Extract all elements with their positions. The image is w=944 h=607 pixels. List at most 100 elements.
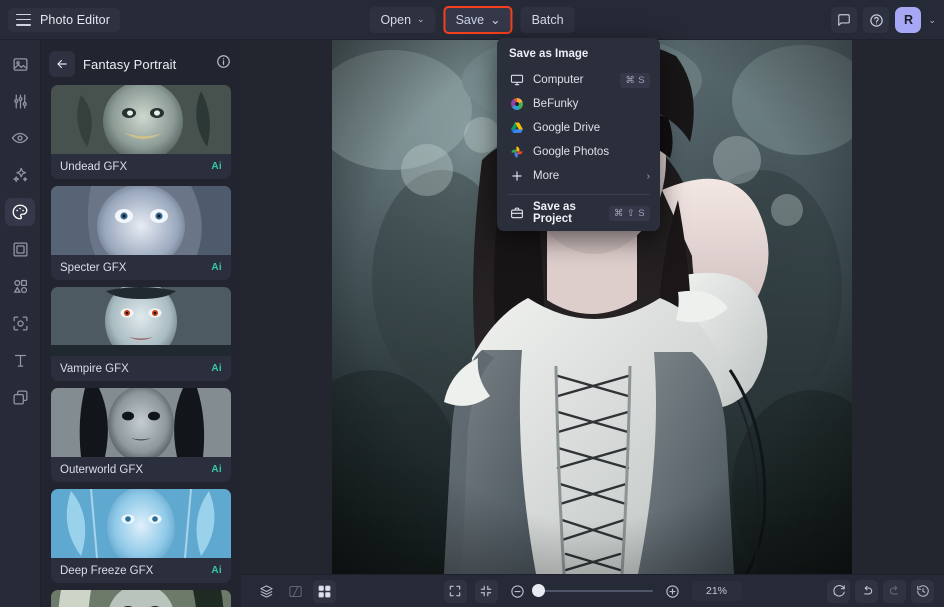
tools-rail xyxy=(0,40,41,607)
plus-icon xyxy=(509,169,524,183)
rail-item-adjust[interactable] xyxy=(5,87,35,115)
effect-card-undead[interactable]: Undead GFX Ai xyxy=(51,85,231,179)
open-label: Open xyxy=(380,13,411,27)
effect-card-footer: Outerworld GFX Ai xyxy=(51,457,231,482)
save-button-wrapper: Save ⌄ xyxy=(444,6,513,34)
hamburger-icon xyxy=(16,14,31,26)
keyboard-shortcut: ⌘ S xyxy=(620,73,650,88)
effects-panel: Fantasy Portrait xyxy=(41,40,241,607)
effect-card-outerworld[interactable]: Outerworld GFX Ai xyxy=(51,388,231,482)
open-button[interactable]: Open ⌄ xyxy=(369,7,435,33)
computer-monitor-icon xyxy=(509,73,524,87)
effect-thumbnail xyxy=(51,186,231,255)
avatar[interactable]: R xyxy=(895,7,921,33)
batch-button[interactable]: Batch xyxy=(521,7,575,33)
bottom-toolbar: 21% xyxy=(241,574,944,607)
save-menu-item-google-photos[interactable]: Google Photos xyxy=(497,140,660,164)
feedback-icon[interactable] xyxy=(831,7,857,33)
help-icon[interactable] xyxy=(863,7,889,33)
chevron-down-icon: ⌄ xyxy=(417,14,425,25)
save-menu-label: Save as Project xyxy=(533,201,600,225)
ai-badge: Ai xyxy=(211,363,222,374)
reset-icon[interactable] xyxy=(827,580,850,603)
zoom-slider-track[interactable] xyxy=(537,590,653,592)
collapse-icon[interactable] xyxy=(475,580,498,603)
history-icon[interactable] xyxy=(911,580,934,603)
zoom-in-icon[interactable] xyxy=(661,580,684,603)
rail-item-image[interactable] xyxy=(5,50,35,78)
rail-item-retouch[interactable] xyxy=(5,124,35,152)
account-actions: R ⌄ xyxy=(831,0,936,40)
save-dropdown-menu: Save as Image Computer ⌘ S BeFunky xyxy=(497,38,660,231)
rail-item-layers[interactable] xyxy=(5,383,35,411)
effect-card-footer: Vampire GFX Ai xyxy=(51,356,231,381)
rail-item-text[interactable] xyxy=(5,346,35,374)
ai-badge: Ai xyxy=(211,262,222,273)
effect-card-list: Undead GFX Ai xyxy=(41,82,241,607)
save-button[interactable]: Save ⌄ xyxy=(444,6,513,34)
chevron-right-icon: › xyxy=(647,171,650,182)
redo-icon[interactable] xyxy=(883,580,906,603)
zoom-level-value[interactable]: 21% xyxy=(692,581,742,601)
effect-thumbnail xyxy=(51,489,231,558)
save-menu-label: More xyxy=(533,170,638,182)
ai-badge: Ai xyxy=(211,565,222,576)
effect-card-partial[interactable] xyxy=(51,590,231,607)
save-menu-label: BeFunky xyxy=(533,98,650,110)
effect-label: Deep Freeze GFX xyxy=(60,565,153,577)
menu-divider xyxy=(507,194,650,195)
photo-editor-app: Photo Editor Open ⌄ Save ⌄ Batch xyxy=(0,0,944,607)
top-toolbar: Photo Editor Open ⌄ Save ⌄ Batch xyxy=(0,0,944,40)
rail-item-overlays[interactable] xyxy=(5,309,35,337)
befunky-logo-icon xyxy=(509,97,524,111)
bottom-left-tools xyxy=(255,580,336,603)
effect-card-footer: Undead GFX Ai xyxy=(51,154,231,179)
rail-item-graphics[interactable] xyxy=(5,272,35,300)
zoom-out-icon[interactable] xyxy=(506,580,529,603)
effect-label: Vampire GFX xyxy=(60,363,129,375)
save-menu-item-befunky[interactable]: BeFunky xyxy=(497,92,660,116)
compare-icon[interactable] xyxy=(284,580,307,603)
zoom-slider[interactable] xyxy=(537,590,653,592)
back-arrow-icon[interactable] xyxy=(49,51,75,77)
save-menu-label: Computer xyxy=(533,74,611,86)
app-menu-button[interactable]: Photo Editor xyxy=(8,8,120,32)
info-icon[interactable] xyxy=(216,54,231,74)
save-label: Save xyxy=(456,13,485,27)
briefcase-icon xyxy=(509,206,524,220)
effect-label: Outerworld GFX xyxy=(60,464,143,476)
effect-thumbnail xyxy=(51,590,231,607)
effect-label: Specter GFX xyxy=(60,262,126,274)
ai-badge: Ai xyxy=(211,464,222,475)
save-menu-item-more[interactable]: More › xyxy=(497,164,660,188)
app-title: Photo Editor xyxy=(40,13,110,27)
effect-thumbnail xyxy=(51,388,231,457)
rail-item-effects[interactable] xyxy=(5,161,35,189)
grid-view-icon[interactable] xyxy=(313,580,336,603)
rail-item-artsy[interactable] xyxy=(5,198,35,226)
effect-thumbnail xyxy=(51,85,231,154)
zoom-controls: 21% xyxy=(444,580,742,603)
batch-label: Batch xyxy=(532,13,564,27)
effect-label: Undead GFX xyxy=(60,161,127,173)
fit-to-screen-icon[interactable] xyxy=(444,580,467,603)
history-controls xyxy=(827,580,934,603)
chevron-down-icon[interactable]: ⌄ xyxy=(927,15,936,26)
save-menu-heading: Save as Image xyxy=(497,46,660,68)
layers-stack-icon[interactable] xyxy=(255,580,278,603)
effect-thumbnail xyxy=(51,287,231,356)
google-drive-icon xyxy=(509,121,524,135)
effect-card-vampire[interactable]: Vampire GFX Ai xyxy=(51,287,231,381)
save-menu-item-computer[interactable]: Computer ⌘ S xyxy=(497,68,660,92)
zoom-slider-handle[interactable] xyxy=(532,584,545,597)
save-menu-item-save-as-project[interactable]: Save as Project ⌘ ⇧ S xyxy=(497,201,660,225)
effect-card-deep-freeze[interactable]: Deep Freeze GFX Ai xyxy=(51,489,231,583)
effect-card-specter[interactable]: Specter GFX Ai xyxy=(51,186,231,280)
ai-badge: Ai xyxy=(211,161,222,172)
save-menu-label: Google Drive xyxy=(533,122,650,134)
undo-icon[interactable] xyxy=(855,580,878,603)
panel-header: Fantasy Portrait xyxy=(41,46,241,82)
save-menu-item-google-drive[interactable]: Google Drive xyxy=(497,116,660,140)
main-actions: Open ⌄ Save ⌄ Batch xyxy=(369,6,574,34)
rail-item-frames[interactable] xyxy=(5,235,35,263)
